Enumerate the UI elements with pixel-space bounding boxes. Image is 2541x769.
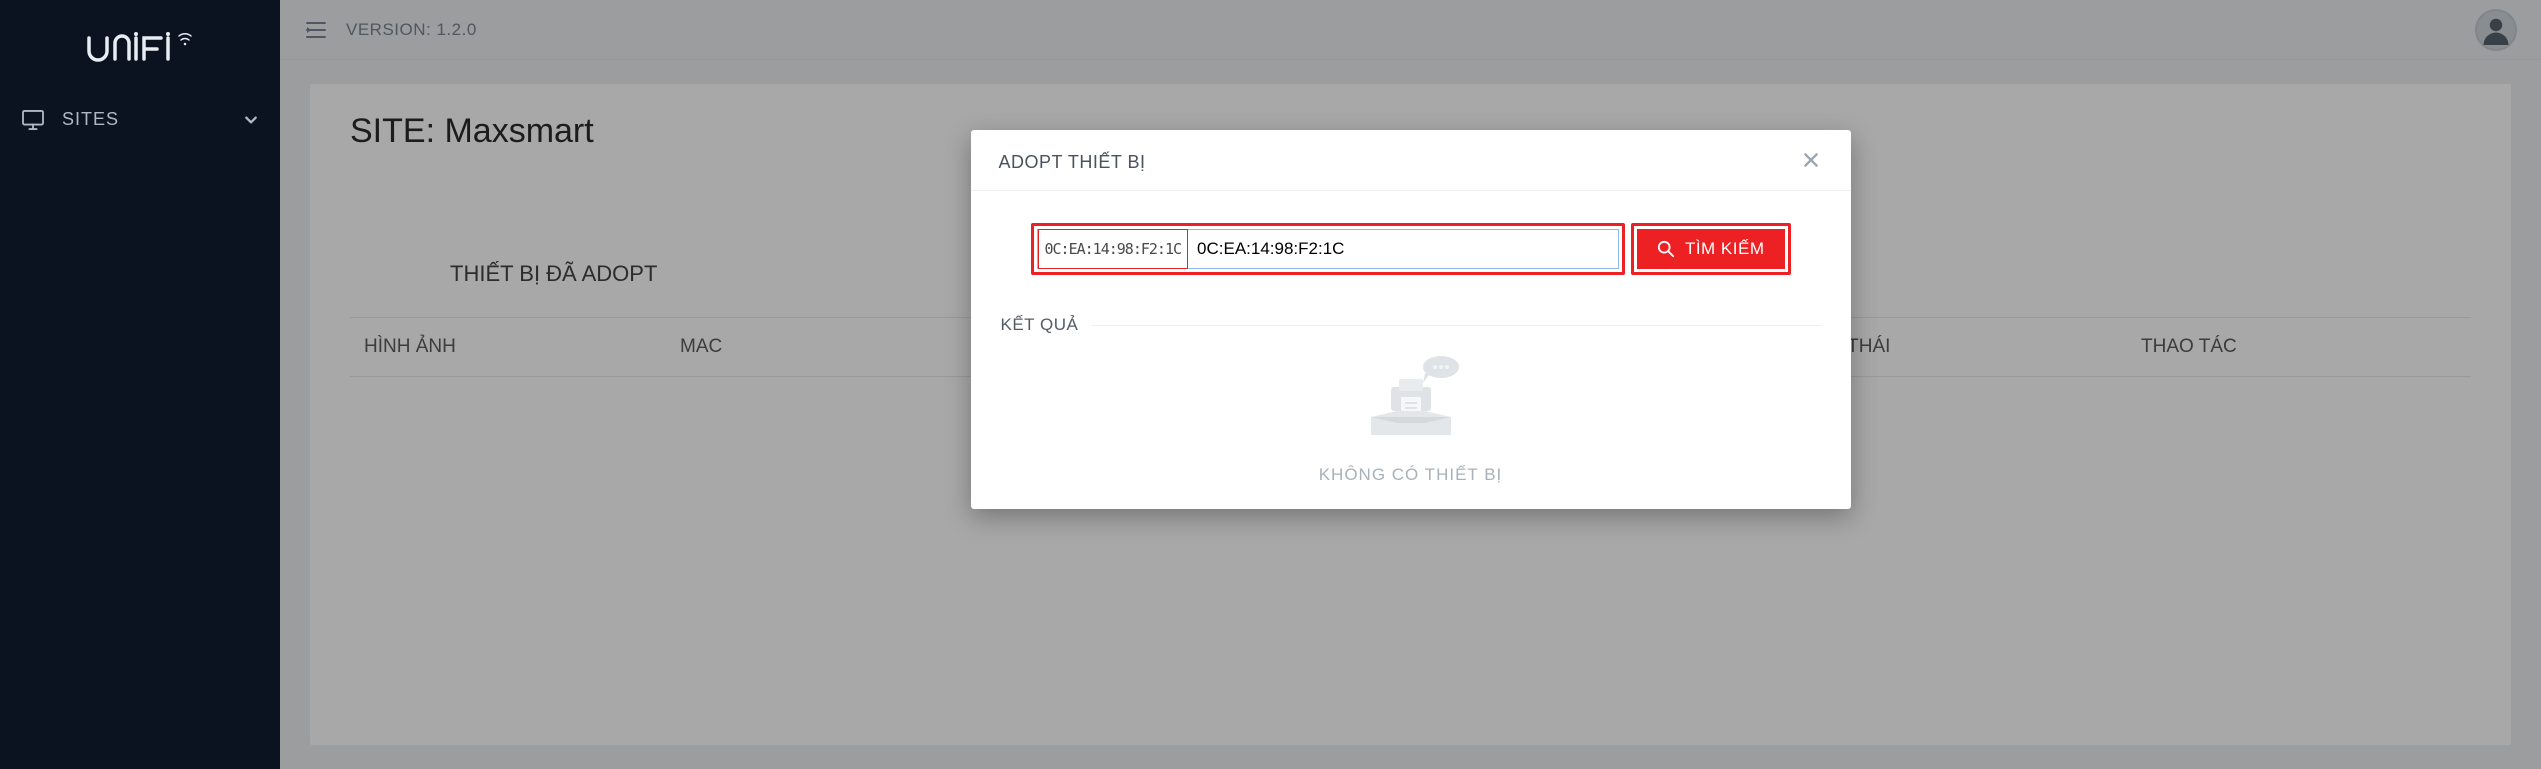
- search-input-highlight: 0C:EA:14:98:F2:1C: [1031, 223, 1625, 275]
- search-button-highlight: TÌM KIẾM: [1631, 223, 1791, 275]
- empty-state: KHÔNG CÓ THIẾT BỊ: [971, 353, 1851, 485]
- adopt-device-modal: ADOPT THIẾT BỊ 0C:EA:14:98:F2:1C: [971, 130, 1851, 509]
- search-icon: [1657, 240, 1675, 258]
- chevron-down-icon: [244, 113, 258, 127]
- divider: [1092, 325, 1820, 326]
- monitor-icon: [22, 110, 44, 130]
- search-value-chip: 0C:EA:14:98:F2:1C: [1038, 229, 1189, 269]
- brand-logo: [0, 0, 280, 95]
- search-input[interactable]: [1187, 230, 1618, 268]
- result-label: KẾT QUẢ: [1001, 315, 1079, 335]
- close-icon[interactable]: [1799, 148, 1823, 176]
- sidebar-item-sites[interactable]: SITES: [0, 95, 280, 144]
- empty-inbox-icon: [1351, 353, 1471, 447]
- main-area: VERSION: 1.2.0 SITE: Maxsmart THIẾT BỊ Đ…: [280, 0, 2541, 769]
- search-button-label: TÌM KIẾM: [1685, 239, 1765, 259]
- modal-title: ADOPT THIẾT BỊ: [999, 152, 1146, 173]
- sidebar: SITES: [0, 0, 280, 769]
- sidebar-item-label: SITES: [62, 109, 119, 130]
- empty-state-text: KHÔNG CÓ THIẾT BỊ: [1319, 465, 1503, 485]
- search-button[interactable]: TÌM KIẾM: [1637, 229, 1785, 269]
